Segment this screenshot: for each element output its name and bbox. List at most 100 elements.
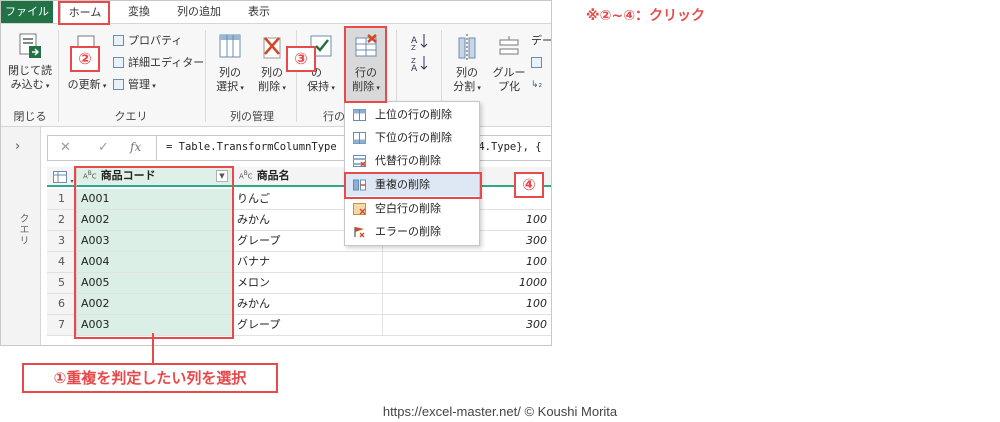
tab-view[interactable]: 表示	[239, 1, 279, 23]
menu-item-remove-blank-rows[interactable]: 空白行の削除	[345, 198, 479, 220]
row-index-cell[interactable]: 3	[47, 231, 77, 251]
menu-item-remove-top-rows[interactable]: 上位の行の削除	[345, 104, 479, 126]
expand-queries-chevron-icon[interactable]: ›	[15, 139, 20, 154]
split-column-icon	[458, 34, 476, 60]
text-type-icon: ABC	[239, 170, 253, 180]
group-label-query: クエリ	[114, 110, 148, 123]
group-label-close: 閉じる	[13, 110, 47, 123]
product-name-cell[interactable]: グレープ	[233, 315, 383, 335]
advanced-editor-icon	[113, 57, 124, 68]
amount-cell[interactable]: 300	[383, 315, 549, 335]
split-column-label-2: 分割 ▾	[453, 80, 481, 93]
row-index-cell[interactable]: 5	[47, 273, 77, 293]
properties-icon	[113, 35, 124, 46]
step-badge-2: ②	[70, 46, 100, 72]
step-badge-3: ③	[286, 46, 316, 72]
row-index-cell[interactable]: 1	[47, 189, 77, 209]
data-type-button[interactable]: デー	[531, 34, 551, 48]
group-by-label-1: グルー	[492, 66, 526, 79]
close-and-load-label-1: 閉じて読	[8, 64, 52, 77]
remove-columns-label-2: 削除 ▾	[258, 80, 286, 93]
step-1-callout: ①重複を判定したい列を選択	[22, 363, 278, 393]
sort-descending-icon: ZA	[411, 56, 428, 74]
highlight-remove-duplicates	[344, 172, 482, 199]
split-column-label-1: 列の	[456, 66, 478, 79]
group-label-manage-columns: 列の管理	[230, 110, 274, 123]
product-name-cell[interactable]: みかん	[233, 294, 383, 314]
formula-bar-separator	[156, 136, 157, 160]
highlight-home-tab	[58, 1, 110, 25]
row-index-cell[interactable]: 2	[47, 210, 77, 230]
callout-leader-line	[152, 333, 154, 364]
sort-descending-button[interactable]: ZA	[409, 54, 429, 75]
fx-icon[interactable]: fx	[130, 140, 141, 154]
tab-add-column[interactable]: 列の追加	[167, 1, 231, 23]
group-by-label-2: プ化	[498, 80, 520, 93]
row-index-cell[interactable]: 7	[47, 315, 77, 335]
remove-blank-rows-icon	[353, 203, 366, 215]
amount-cell[interactable]: 100	[383, 294, 549, 314]
chevron-down-icon: ▾	[100, 82, 107, 90]
queries-pane: › クエリ	[1, 127, 41, 345]
ribbon-separator	[296, 30, 297, 122]
amount-cell[interactable]: 1000	[383, 273, 549, 293]
highlight-selected-column	[74, 166, 234, 339]
advanced-editor-button[interactable]: 詳細エディター	[113, 56, 204, 70]
chevron-down-icon: ▾	[43, 82, 50, 90]
remove-top-rows-icon	[353, 109, 366, 121]
group-by-button[interactable]: グルー プ化	[489, 30, 529, 106]
formula-input-tail[interactable]: 64.Type}, {	[472, 141, 542, 153]
remove-columns-icon	[263, 37, 281, 59]
sort-ascending-button[interactable]: AZ	[409, 32, 429, 53]
replace-values-button[interactable]: ↳₂	[531, 78, 542, 92]
manage-icon	[113, 79, 124, 90]
chevron-down-icon: ▾	[150, 82, 156, 90]
choose-columns-label-1: 列の	[219, 66, 241, 79]
queries-pane-label: クエリ	[17, 213, 28, 246]
choose-columns-icon	[219, 34, 241, 58]
menu-item-remove-errors[interactable]: エラーの削除	[345, 221, 479, 243]
svg-text:A: A	[411, 64, 418, 72]
manage-button[interactable]: 管理 ▾	[113, 78, 156, 93]
chevron-down-icon: ▾	[280, 84, 286, 92]
cancel-formula-icon[interactable]: ✕	[60, 140, 71, 155]
replace-values-icon: ↳₂	[531, 80, 543, 90]
table-icon	[53, 171, 67, 183]
confirm-formula-icon[interactable]: ✓	[98, 140, 109, 155]
sort-ascending-icon: AZ	[411, 34, 428, 52]
split-column-button[interactable]: 列の 分割 ▾	[447, 30, 487, 106]
remove-alternate-rows-icon	[353, 155, 366, 167]
tab-transform[interactable]: 変換	[119, 1, 159, 23]
remove-errors-icon	[354, 227, 365, 238]
tab-file[interactable]: ファイル	[1, 1, 53, 23]
step-badge-4: ④	[514, 172, 544, 198]
highlight-remove-rows-button	[344, 26, 387, 103]
chevron-down-icon: ▾	[475, 84, 481, 92]
ribbon-separator	[58, 30, 59, 122]
chevron-down-icon: ▾	[238, 84, 244, 92]
svg-text:Z: Z	[411, 44, 416, 50]
first-row-header-button[interactable]	[531, 56, 546, 70]
menu-item-remove-alternate-rows[interactable]: 代替行の削除	[345, 150, 479, 172]
product-name-cell[interactable]: バナナ	[233, 252, 383, 272]
chevron-down-icon: ▾	[329, 84, 335, 92]
table-icon	[531, 57, 542, 68]
close-and-load-button[interactable]: 閉じて読 み込む ▾	[5, 30, 55, 106]
row-index-cell[interactable]: 4	[47, 252, 77, 272]
menu-item-remove-bottom-rows[interactable]: 下位の行の削除	[345, 127, 479, 149]
refresh-label: の更新 ▾	[67, 78, 107, 91]
row-index-cell[interactable]: 6	[47, 294, 77, 314]
close-and-load-label-2: み込む ▾	[10, 78, 50, 91]
credit-footer: https://excel-master.net/ © Koushi Morit…	[382, 404, 618, 419]
remove-bottom-rows-icon	[353, 132, 366, 144]
grid-corner-table-button[interactable]: ▾	[47, 167, 77, 187]
product-name-cell[interactable]: メロン	[233, 273, 383, 293]
keep-rows-label-2: 保持 ▾	[307, 80, 335, 93]
choose-columns-label-2: 選択 ▾	[216, 80, 244, 93]
group-by-icon	[499, 36, 519, 55]
ribbon-separator	[205, 30, 206, 122]
choose-columns-button[interactable]: 列の 選択 ▾	[208, 30, 252, 106]
properties-button[interactable]: プロパティ	[113, 34, 182, 48]
formula-input[interactable]: = Table.TransformColumnType	[166, 141, 337, 153]
amount-cell[interactable]: 100	[383, 252, 549, 272]
